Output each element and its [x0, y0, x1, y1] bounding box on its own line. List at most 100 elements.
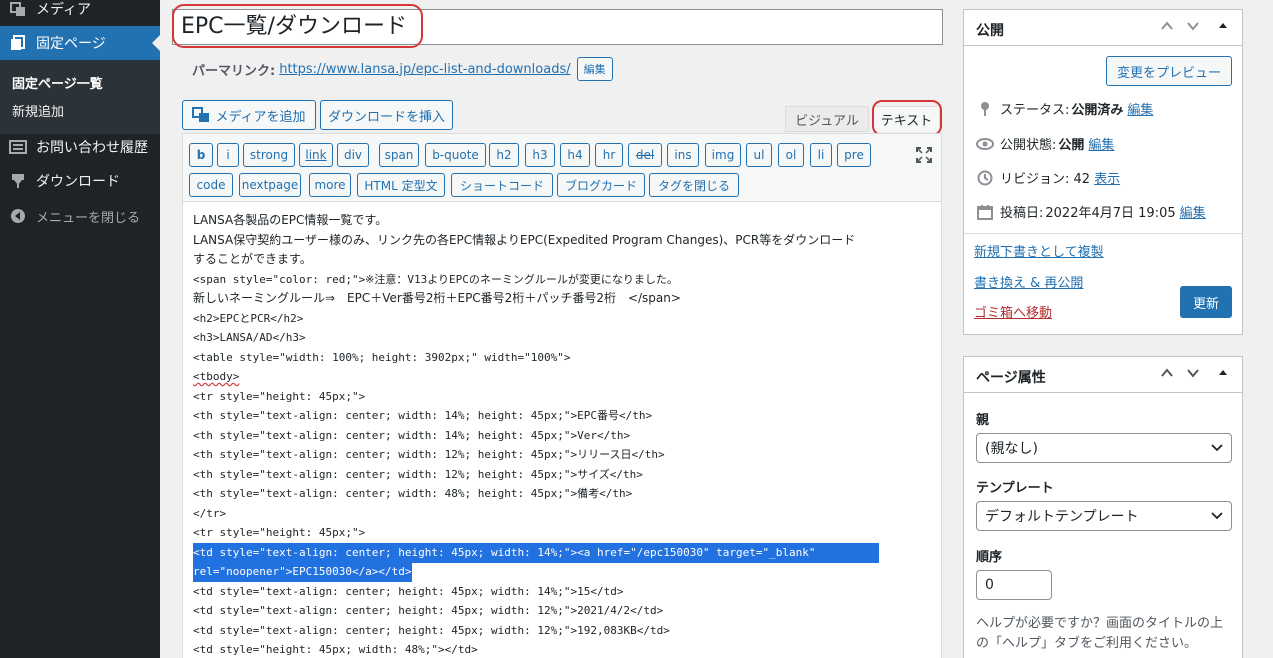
tab-text[interactable]: テキスト	[873, 106, 940, 132]
quicktag-blogcard[interactable]: ブログカード	[557, 173, 645, 197]
visibility-row: 公開状態: 公開 編集	[974, 134, 1114, 153]
code-line: 新しいネーミングルール⇒ EPC＋Ver番号2桁＋EPC番号2桁＋パッチ番号2桁…	[193, 291, 681, 305]
media-icon	[0, 1, 36, 17]
quicktag-html-snippet[interactable]: HTML 定型文	[357, 173, 445, 197]
submenu-item-all-pages[interactable]: 固定ページ一覧	[12, 73, 103, 92]
quicktag-div[interactable]: div	[337, 143, 369, 167]
permalink-row: パーマリンク: https://www.lansa.jp/epc-list-an…	[192, 57, 613, 81]
code-line: <th style="text-align: center; width: 12…	[193, 448, 665, 461]
collapse-icon	[0, 208, 36, 224]
preview-changes-button[interactable]: 変更をプレビュー	[1106, 56, 1232, 86]
fullscreen-icon[interactable]	[915, 146, 933, 164]
permalink-edit-button[interactable]: 編集	[576, 57, 613, 81]
visibility-label: 公開状態:	[1000, 138, 1057, 153]
toggle-panel-icon[interactable]	[1218, 19, 1228, 37]
sidebar-item-pages[interactable]: 固定ページ	[0, 26, 160, 60]
quicktag-i[interactable]: i	[217, 143, 239, 167]
quicktag-link[interactable]: link	[299, 143, 333, 167]
sidebar-item-label: ダウンロード	[36, 174, 120, 190]
status-label: ステータス:	[1000, 103, 1070, 118]
template-select[interactable]: デフォルトテンプレート	[976, 501, 1232, 531]
submenu-item-add-new[interactable]: 新規追加	[12, 101, 64, 120]
code-line: <td style="height: 45px; width: 48%;"></…	[193, 643, 478, 656]
code-line: <th style="text-align: center; width: 14…	[193, 429, 631, 442]
quicktag-ul[interactable]: ul	[746, 143, 772, 167]
media-icon	[192, 107, 210, 122]
post-title-text: EPC一覧/ダウンロード	[181, 14, 407, 39]
quicktag-img[interactable]: img	[705, 143, 741, 167]
status-value: 公開済み	[1071, 103, 1124, 118]
sidebar-collapse-menu[interactable]: メニューを閉じる	[0, 199, 160, 233]
revision-view-link[interactable]: 表示	[1094, 168, 1120, 187]
pin-icon	[974, 101, 996, 117]
rewrite-republish-link[interactable]: 書き換え & 再公開	[974, 272, 1083, 291]
date-edit-link[interactable]: 編集	[1180, 202, 1206, 221]
quicktag-del[interactable]: del	[628, 143, 662, 167]
publish-box: 公開 変更をプレビュー ステータス: 公開済み 編集 公開状態: 公開 編集 リ…	[963, 9, 1243, 335]
code-line: <td style="text-align: center; height: 4…	[193, 624, 670, 637]
list-icon	[0, 139, 36, 155]
parent-select-value: (親なし)	[985, 441, 1038, 457]
permalink-url[interactable]: https://www.lansa.jp/epc-list-and-downlo…	[279, 62, 570, 77]
code-line: <h3>LANSA/AD</h3>	[193, 331, 306, 344]
sidebar-item-contact-history[interactable]: お問い合わせ履歴	[0, 130, 160, 164]
status-row: ステータス: 公開済み 編集	[974, 99, 1153, 118]
quicktag-code[interactable]: code	[189, 173, 233, 197]
revision-label: リビジョン: 42	[1000, 172, 1091, 187]
selected-code-line: <td style="text-align: center; height: 4…	[193, 543, 879, 563]
quicktag-pre[interactable]: pre	[837, 143, 871, 167]
code-line: <th style="text-align: center; width: 48…	[193, 487, 633, 500]
publish-box-title: 公開	[976, 23, 1004, 39]
order-input[interactable]: 0	[976, 570, 1052, 600]
publish-divider	[964, 233, 1242, 234]
code-line: <tr style="height: 45px;">	[193, 526, 366, 539]
template-label: テンプレート	[976, 481, 1054, 496]
code-textarea[interactable]: LANSA各製品のEPC情報一覧です。 LANSA保守契約ユーザー様のみ、リンク…	[183, 202, 941, 658]
parent-select[interactable]: (親なし)	[976, 433, 1232, 463]
quicktag-nextpage[interactable]: nextpage	[239, 173, 301, 197]
post-title-input[interactable]: EPC一覧/ダウンロード	[172, 9, 943, 45]
quicktag-span[interactable]: span	[379, 143, 419, 167]
move-up-icon[interactable]	[1160, 366, 1174, 384]
help-text: ヘルプが必要ですか？画面のタイトルの上の「ヘルプ」タブをご利用ください。	[976, 616, 1224, 651]
template-select-value: デフォルトテンプレート	[985, 509, 1139, 525]
toggle-panel-icon[interactable]	[1218, 366, 1228, 384]
permalink-label: パーマリンク:	[192, 63, 276, 79]
move-down-icon[interactable]	[1186, 366, 1200, 384]
quicktag-h3[interactable]: h3	[525, 143, 555, 167]
order-label: 順序	[976, 550, 1003, 565]
duplicate-draft-link[interactable]: 新規下書きとして複製	[974, 241, 1104, 260]
quicktag-b[interactable]: b	[189, 143, 213, 167]
visibility-edit-link[interactable]: 編集	[1088, 134, 1114, 153]
quicktag-h2[interactable]: h2	[489, 143, 519, 167]
quicktag-ol[interactable]: ol	[778, 143, 804, 167]
page-attributes-box: ページ属性 親 (親なし) テンプレート デフォルトテンプレート 順序 0 ヘル…	[963, 356, 1243, 658]
add-media-label: メディアを追加	[215, 109, 306, 125]
pages-submenu: 固定ページ一覧 新規追加	[0, 60, 160, 134]
status-edit-link[interactable]: 編集	[1127, 99, 1153, 118]
code-line: <table style="width: 100%; height: 3902p…	[193, 351, 571, 364]
move-down-icon[interactable]	[1186, 19, 1200, 37]
insert-download-button[interactable]: ダウンロードを挿入	[320, 100, 453, 130]
sidebar-item-label: お問い合わせ履歴	[36, 140, 148, 156]
quicktag-h4[interactable]: h4	[560, 143, 590, 167]
code-line: することができます。	[193, 252, 312, 266]
quicktag-hr[interactable]: hr	[595, 143, 623, 167]
update-button[interactable]: 更新	[1180, 286, 1232, 318]
move-to-trash-link[interactable]: ゴミ箱へ移動	[974, 302, 1052, 321]
sidebar-item-label: メディア	[36, 2, 92, 18]
quicktag-close-tags[interactable]: タグを閉じる	[649, 173, 739, 197]
tab-visual[interactable]: ビジュアル	[785, 106, 869, 132]
sidebar-item-download[interactable]: ダウンロード	[0, 164, 160, 198]
quicktag-ins[interactable]: ins	[667, 143, 699, 167]
quicktag-more[interactable]: more	[309, 173, 351, 197]
add-media-button[interactable]: メディアを追加	[182, 100, 316, 130]
quicktag-li[interactable]: li	[810, 143, 832, 167]
download-icon	[0, 173, 36, 189]
quicktag-b-quote[interactable]: b-quote	[425, 143, 486, 167]
quicktag-shortcode[interactable]: ショートコード	[451, 173, 553, 197]
move-up-icon[interactable]	[1160, 19, 1174, 37]
code-line: <h2>EPCとPCR</h2>	[193, 312, 304, 325]
sidebar-item-media[interactable]: メディア	[0, 0, 160, 26]
quicktag-strong[interactable]: strong	[243, 143, 295, 167]
